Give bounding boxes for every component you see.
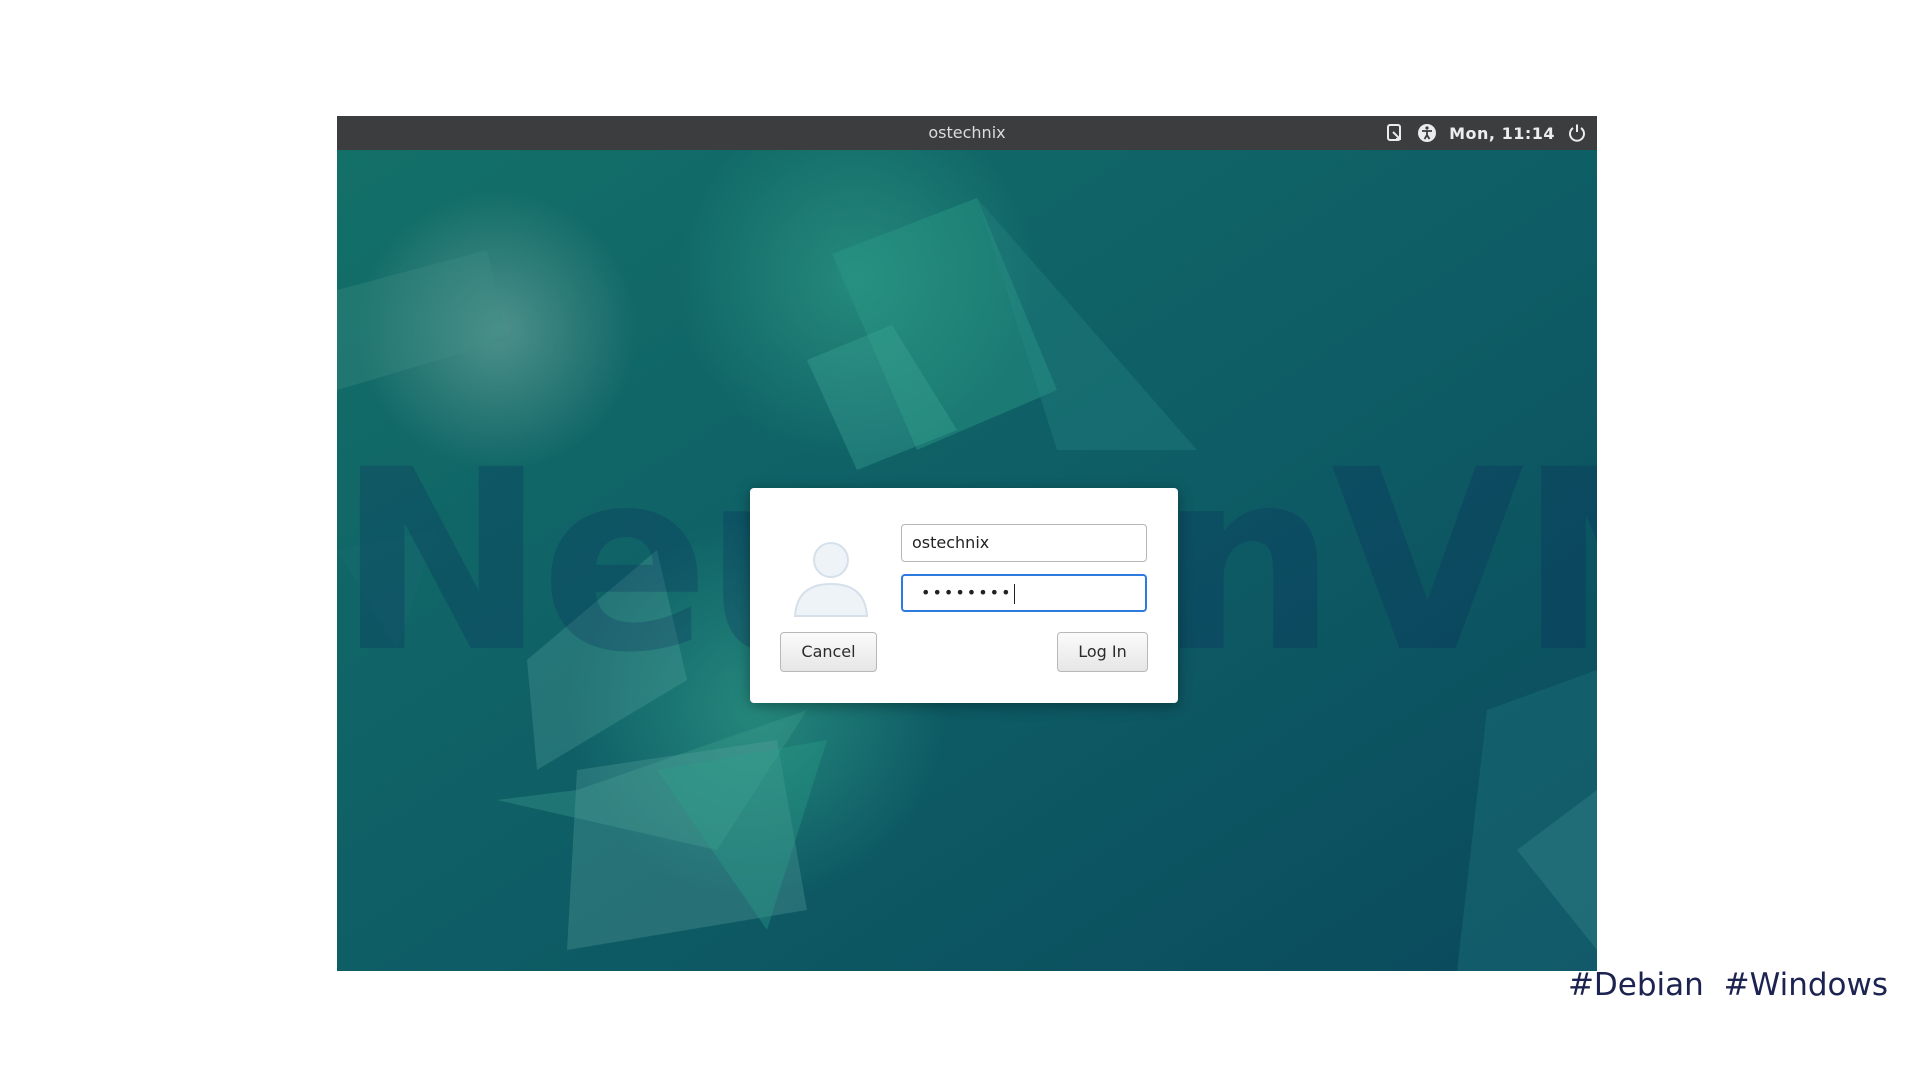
system-tray: Mon, 11:14 (1385, 116, 1587, 150)
user-avatar-icon (785, 530, 877, 622)
login-dialog: ostechnix •••••••• Cancel Log In (750, 488, 1178, 703)
accessibility-icon[interactable] (1417, 123, 1437, 143)
top-bar: ostechnix Mon, 11:14 (337, 116, 1597, 150)
power-icon[interactable] (1567, 123, 1587, 143)
username-field[interactable]: ostechnix (901, 524, 1147, 562)
password-value: •••••••• (921, 583, 1013, 602)
clipboard-icon[interactable] (1385, 123, 1405, 143)
password-field[interactable]: •••••••• (901, 574, 1147, 612)
vm-screen: ostechnix Mon, 11:14 ostechnix •••••••• … (337, 116, 1597, 971)
hashtags: #Debian #Windows (1567, 967, 1888, 1003)
login-button[interactable]: Log In (1057, 632, 1148, 672)
clock[interactable]: Mon, 11:14 (1449, 124, 1555, 143)
cancel-button[interactable]: Cancel (780, 632, 877, 672)
text-caret (1013, 583, 1015, 604)
